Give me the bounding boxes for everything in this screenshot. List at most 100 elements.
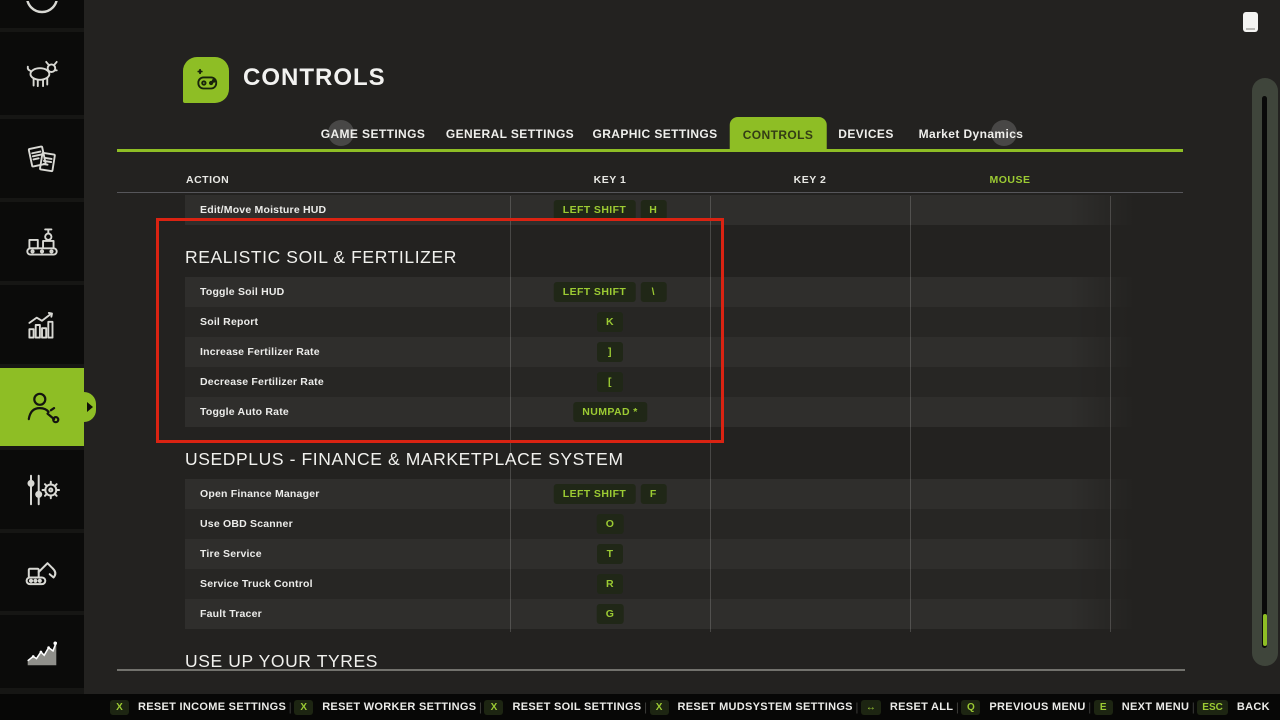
key1-binding: R bbox=[597, 574, 623, 594]
key-badge[interactable]: \ bbox=[640, 282, 666, 302]
separator: | bbox=[956, 700, 959, 714]
sidebar-item-statistics[interactable] bbox=[0, 285, 84, 364]
bottom-action-reset-all[interactable]: ↔RESET ALL bbox=[861, 700, 953, 715]
bottom-action-reset-soil-settings[interactable]: XRESET SOIL SETTINGS bbox=[484, 700, 641, 715]
key-badge[interactable]: NUMPAD * bbox=[573, 402, 647, 422]
key-hint-badge: ESC bbox=[1197, 700, 1228, 715]
key1-binding: [ bbox=[597, 372, 623, 392]
key-hint-badge: ↔ bbox=[861, 700, 881, 715]
gamepad-icon bbox=[183, 57, 229, 103]
bottom-action-previous-menu[interactable]: Q PREVIOUS MENU bbox=[961, 700, 1085, 715]
section-underline bbox=[117, 669, 1185, 671]
keybind-list: Edit/Move Moisture HUDLEFT SHIFTHREALIST… bbox=[185, 195, 1135, 681]
key-badge[interactable]: [ bbox=[597, 372, 623, 392]
action-label: Open Finance Manager bbox=[200, 479, 320, 509]
keybind-row[interactable]: Toggle Auto RateNUMPAD * bbox=[185, 397, 1135, 427]
keybind-row[interactable]: Service Truck Control R bbox=[185, 569, 1135, 599]
keybind-row[interactable]: Open Finance Manager LEFT SHIFTF bbox=[185, 479, 1135, 509]
sidebar-item-finances[interactable] bbox=[0, 615, 84, 688]
tuning-icon bbox=[19, 468, 65, 512]
bottom-action-next-menu[interactable]: E NEXT MENU bbox=[1094, 700, 1189, 715]
sidebar bbox=[0, 0, 84, 720]
action-label: Decrease Fertilizer Rate bbox=[200, 367, 324, 397]
scrollbar-thumb[interactable] bbox=[1263, 614, 1267, 646]
action-label: Edit/Move Moisture HUD bbox=[200, 195, 326, 225]
column-header-action: ACTION bbox=[186, 174, 229, 186]
key-badge[interactable]: LEFT SHIFT bbox=[554, 282, 636, 302]
tab-graphic-settings[interactable]: GRAPHIC SETTINGS bbox=[579, 117, 730, 151]
key-badge[interactable]: O bbox=[597, 514, 624, 534]
sidebar-item-player-settings[interactable] bbox=[0, 368, 84, 446]
key1-binding: LEFT SHIFTH bbox=[554, 200, 667, 220]
key1-binding: LEFT SHIFTF bbox=[554, 484, 667, 504]
separator: | bbox=[644, 700, 647, 714]
key-badge[interactable]: R bbox=[597, 574, 623, 594]
key-hint-badge: X bbox=[650, 700, 669, 715]
tab-controls[interactable]: CONTROLS bbox=[730, 117, 827, 152]
key1-binding: G bbox=[597, 604, 624, 624]
bottom-action-label: NEXT MENU bbox=[1122, 701, 1189, 713]
key-badge[interactable]: G bbox=[597, 604, 624, 624]
controls-settings-screen: CONTROLS GAME SETTINGSGENERAL SETTINGSGR… bbox=[0, 0, 1280, 720]
key-badge[interactable]: H bbox=[640, 200, 666, 220]
action-label: Fault Tracer bbox=[200, 599, 262, 629]
tab-devices[interactable]: DEVICES bbox=[825, 117, 906, 151]
key-hint-badge: X bbox=[110, 700, 129, 715]
key-badge[interactable]: K bbox=[597, 312, 623, 332]
page-title: CONTROLS bbox=[243, 64, 386, 92]
sidebar-item-production[interactable] bbox=[0, 202, 84, 281]
keybind-row[interactable]: Fault Tracer G bbox=[185, 599, 1135, 629]
action-label: Service Truck Control bbox=[200, 569, 313, 599]
sidebar-item-clock[interactable] bbox=[0, 0, 84, 28]
action-label: Soil Report bbox=[200, 307, 258, 337]
scrollbar-track[interactable] bbox=[1262, 96, 1267, 648]
keybind-row[interactable]: Decrease Fertilizer Rate [ bbox=[185, 367, 1135, 397]
sidebar-item-tuning[interactable] bbox=[0, 450, 84, 529]
sidebar-item-contracts[interactable] bbox=[0, 119, 84, 198]
bottom-action-label: RESET INCOME SETTINGS bbox=[138, 701, 286, 713]
key1-binding: NUMPAD * bbox=[573, 402, 647, 422]
action-label: Tire Service bbox=[200, 539, 262, 569]
bottom-action-reset-income-settings[interactable]: X RESET INCOME SETTINGS bbox=[110, 700, 286, 715]
tab-general-settings[interactable]: GENERAL SETTINGS bbox=[433, 117, 587, 151]
separator: | bbox=[289, 700, 292, 714]
column-header-key1: KEY 1 bbox=[594, 174, 627, 186]
separator: | bbox=[479, 700, 482, 714]
sidebar-item-animals[interactable] bbox=[0, 32, 84, 115]
bottom-action-label: PREVIOUS MENU bbox=[989, 701, 1085, 713]
header-divider bbox=[117, 192, 1183, 193]
keybind-row[interactable]: Increase Fertilizer Rate] bbox=[185, 337, 1135, 367]
key-badge[interactable]: LEFT SHIFT bbox=[554, 484, 636, 504]
key-hint-badge: Q bbox=[961, 700, 980, 715]
production-icon bbox=[20, 221, 64, 263]
key-badge[interactable]: ] bbox=[597, 342, 623, 362]
tab-game-settings[interactable]: GAME SETTINGS bbox=[308, 117, 439, 151]
key1-binding: O bbox=[597, 514, 624, 534]
bar-chart-icon bbox=[20, 304, 64, 346]
key-hint-badge: E bbox=[1094, 700, 1113, 715]
key-badge[interactable]: LEFT SHIFT bbox=[554, 200, 636, 220]
key1-binding: LEFT SHIFT\ bbox=[554, 282, 667, 302]
bottom-action-label: RESET MUDSYSTEM SETTINGS bbox=[678, 701, 853, 713]
keybind-row[interactable]: Use OBD ScannerO bbox=[185, 509, 1135, 539]
tab-market-dynamics[interactable]: Market Dynamics bbox=[906, 117, 1037, 151]
section-heading-underlined: USE UP YOUR TYRES bbox=[185, 641, 1135, 681]
sidebar-item-construction[interactable] bbox=[0, 533, 84, 611]
action-label: Increase Fertilizer Rate bbox=[200, 337, 320, 367]
scrollbar bbox=[1252, 78, 1278, 666]
key-badge[interactable]: T bbox=[597, 544, 623, 564]
keybind-row[interactable]: Edit/Move Moisture HUD LEFT SHIFTH bbox=[185, 195, 1135, 225]
active-item-arrow bbox=[82, 392, 96, 422]
keybind-row[interactable]: Soil Report K bbox=[185, 307, 1135, 337]
bottom-action-bar: XRESET INCOME SETTINGS|XRESET WORKER SET… bbox=[0, 694, 1280, 720]
key1-binding: ] bbox=[597, 342, 623, 362]
section-heading: REALISTIC SOIL & FERTILIZER bbox=[185, 237, 1135, 277]
separator: | bbox=[1088, 700, 1091, 714]
keybind-row[interactable]: Toggle Soil HUDLEFT SHIFT\ bbox=[185, 277, 1135, 307]
keybind-row[interactable]: Tire Service T bbox=[185, 539, 1135, 569]
bottom-action-reset-worker-settings[interactable]: XRESET WORKER SETTINGS bbox=[294, 700, 476, 715]
bottom-action-back[interactable]: ESCBACK bbox=[1197, 700, 1270, 715]
bottom-action-reset-mudsystem-settings[interactable]: X RESET MUDSYSTEM SETTINGS bbox=[650, 700, 853, 715]
separator: | bbox=[1192, 700, 1195, 714]
key-badge[interactable]: F bbox=[640, 484, 666, 504]
